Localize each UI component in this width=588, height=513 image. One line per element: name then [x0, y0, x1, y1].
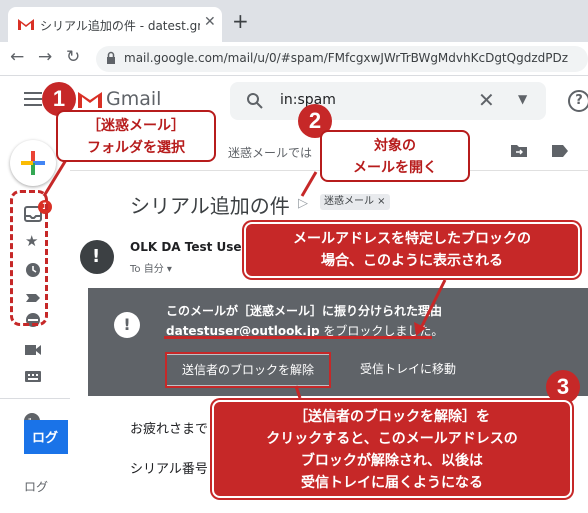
- tab-title: シリアル追加の件 - datest.gm@gm: [40, 19, 200, 33]
- search-options-icon[interactable]: ▼: [518, 92, 527, 106]
- email-underline-marker: [164, 336, 432, 339]
- label-icon[interactable]: [551, 144, 569, 158]
- browser-toolbar: ← → ↻ mail.google.com/mail/u/0/#spam/FMf…: [0, 42, 588, 76]
- search-icon[interactable]: [246, 92, 264, 110]
- move-to-folder-icon[interactable]: [510, 144, 528, 158]
- mail-subject: シリアル追加の件: [130, 194, 290, 218]
- move-to-inbox-button[interactable]: 受信トレイに移動: [360, 360, 456, 377]
- step-3-line3: ブロックが解除され、以後は: [300, 453, 484, 469]
- step-3-line2: クリックすると、このメールアドレスの: [266, 431, 518, 447]
- spam-reason-banner: ! このメールが［迷惑メール］に振り分けられた理由 datestuser@out…: [88, 288, 588, 396]
- reload-icon[interactable]: ↻: [66, 47, 80, 67]
- gmail-logo-icon: [78, 92, 102, 108]
- step-3-line1: ［送信者のブロックを解除］を: [294, 409, 490, 425]
- step-2-text-line1: 対象の: [374, 138, 416, 154]
- blocked-note-line2: 場合、このように表示される: [321, 253, 503, 269]
- blocked-note-callout: メールアドレスを特定したブロックの 場合、このように表示される: [244, 222, 580, 278]
- gmail-favicon-icon: [18, 19, 34, 30]
- new-tab-button[interactable]: +: [232, 9, 249, 33]
- spam-reason-text: このメールが［迷惑メール］に振り分けられた理由: [166, 304, 443, 318]
- lock-icon: [107, 51, 115, 64]
- spam-info-text: 迷惑メールでは: [228, 146, 313, 160]
- browser-tab-strip: シリアル追加の件 - datest.gm@gm ✕ +: [0, 0, 588, 42]
- address-bar[interactable]: mail.google.com/mail/u/0/#spam/FMfcgxwJW…: [96, 46, 588, 72]
- step-2-callout: 対象の メールを開く: [320, 130, 470, 182]
- search-bar[interactable]: in:spam ✕ ▼: [230, 82, 546, 120]
- forward-icon[interactable]: →: [38, 47, 52, 67]
- step-2-text-line2: メールを開く: [353, 160, 437, 176]
- step-1-text-line2: フォルダを選択: [87, 140, 185, 156]
- unblock-button-highlight: [165, 352, 331, 388]
- mail-body-line: お疲れさまで: [130, 422, 209, 437]
- blocked-note-line1: メールアドレスを特定したブロックの: [293, 231, 531, 247]
- sender-avatar: !: [80, 240, 114, 274]
- step-3-callout: ［送信者のブロックを解除］を クリックすると、このメールアドレスの ブロックが解…: [212, 400, 572, 498]
- compose-plus-icon: [21, 151, 45, 175]
- step-1-callout: ［迷惑メール］ フォルダを選択: [56, 110, 216, 162]
- step-3-badge: 3: [546, 370, 580, 404]
- sidebar-bottom-label: ログ: [24, 480, 49, 494]
- gmail-logo-text: Gmail: [106, 88, 162, 110]
- main-menu-icon[interactable]: [24, 92, 42, 106]
- recipient-details[interactable]: To 自分 ▾: [130, 260, 172, 275]
- step-1-text-line1: ［迷惑メール］: [87, 118, 185, 134]
- sidebar-divider: [0, 398, 70, 399]
- help-icon[interactable]: ?: [568, 90, 588, 112]
- step-3-line4: 受信トレイに届くようになる: [301, 475, 483, 491]
- clear-search-icon[interactable]: ✕: [478, 88, 495, 112]
- back-icon[interactable]: ←: [10, 47, 24, 67]
- sidebar-highlight-box: [10, 190, 48, 326]
- mail-body-line: シリアル番号: [130, 462, 208, 477]
- spam-label-chip[interactable]: 迷惑メール ×: [320, 194, 390, 210]
- sender-name: OLK DA Test User: [130, 240, 248, 254]
- importance-marker-icon[interactable]: ▷: [298, 196, 308, 211]
- alert-icon: !: [114, 312, 140, 338]
- login-tile-label: ログ: [32, 431, 59, 446]
- meet-video-icon[interactable]: [24, 342, 42, 358]
- warning-avatar-icon: !: [92, 246, 101, 267]
- keyboard-icon[interactable]: [24, 368, 42, 384]
- compose-button[interactable]: [10, 140, 56, 186]
- url-text: mail.google.com/mail/u/0/#spam/FMfcgxwJW…: [124, 51, 569, 65]
- tab-close-icon[interactable]: ✕: [204, 14, 216, 30]
- browser-tab[interactable]: シリアル追加の件 - datest.gm@gm ✕: [8, 7, 222, 42]
